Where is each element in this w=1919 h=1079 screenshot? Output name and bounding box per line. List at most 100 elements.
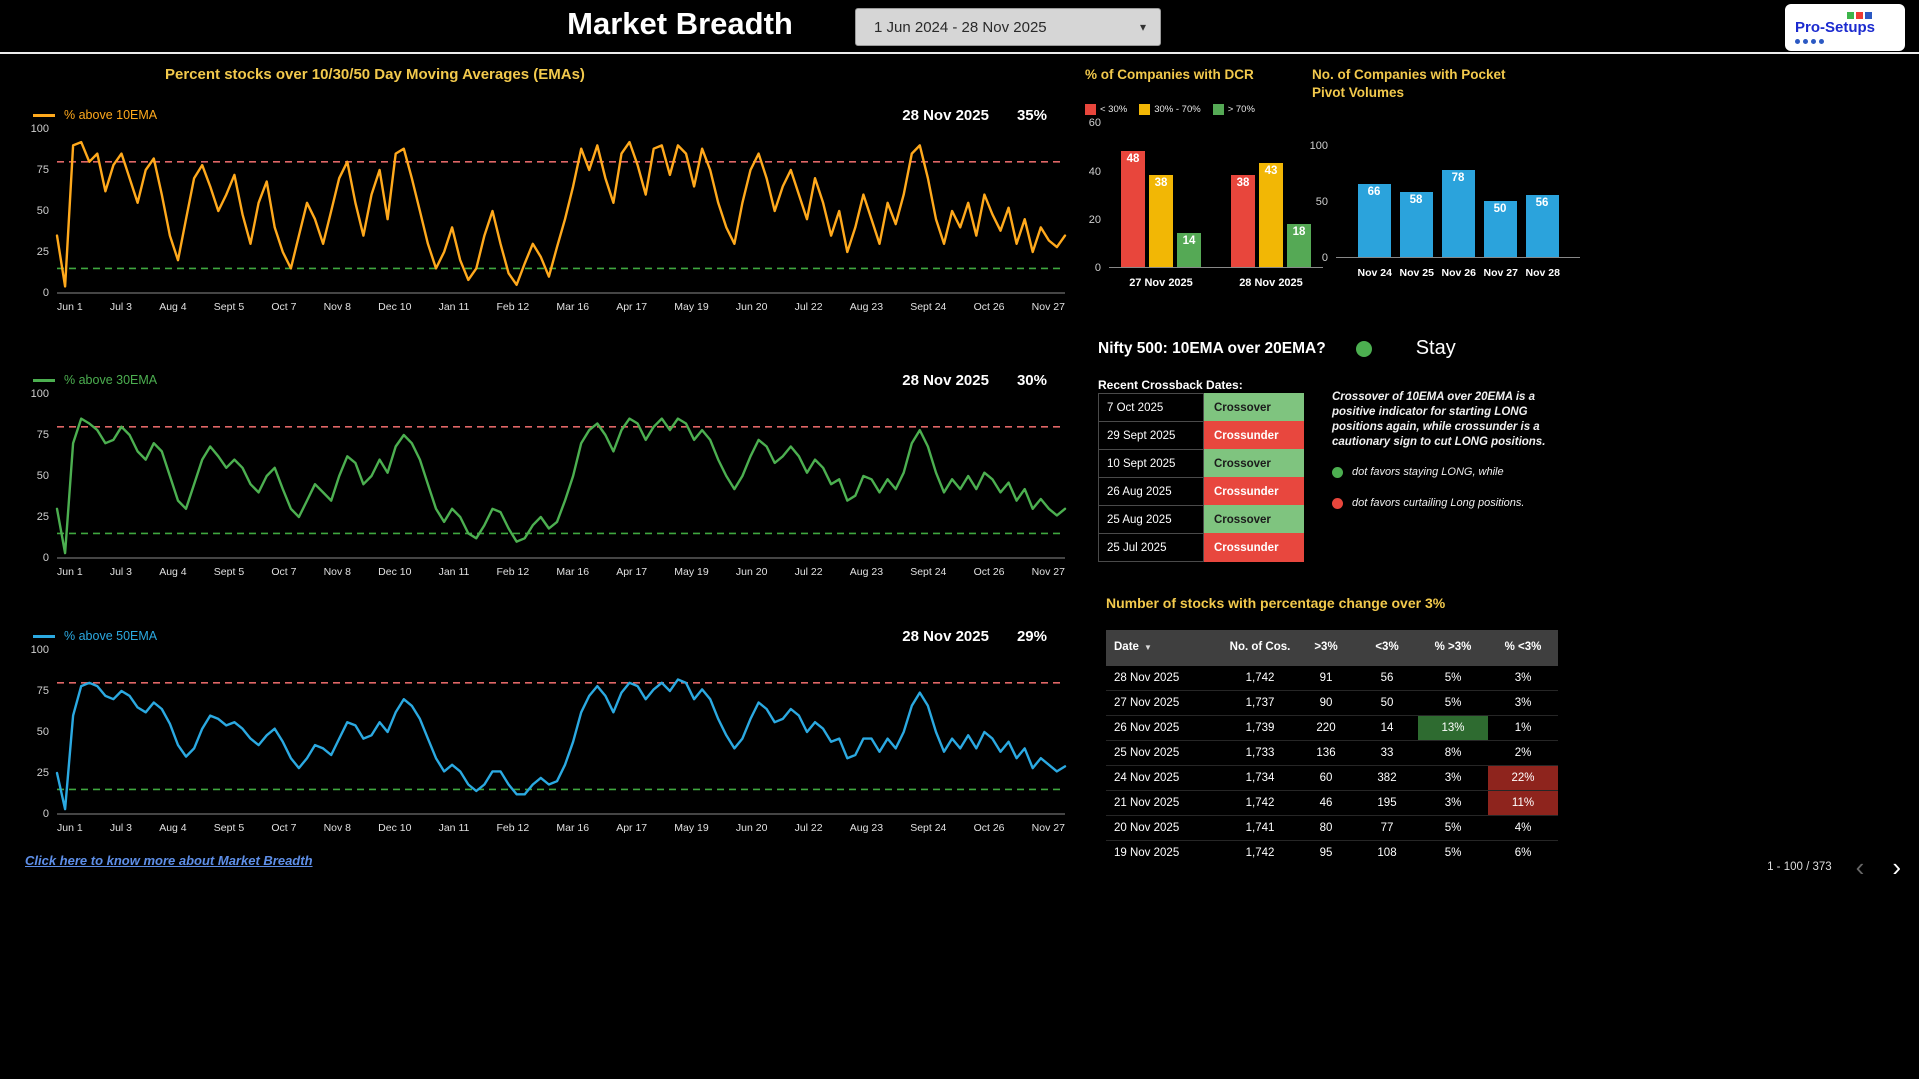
column-header[interactable]: % <3% [1488, 630, 1558, 666]
column-header[interactable]: % >3% [1418, 630, 1488, 666]
table-cell: 11% [1488, 791, 1558, 815]
table-cell: 14 [1380, 722, 1394, 734]
column-header[interactable]: >3% [1296, 630, 1356, 666]
column-header[interactable]: Date ▼ [1106, 630, 1224, 666]
y-tick-label: 0 [42, 287, 49, 299]
bar: 18 [1287, 223, 1311, 268]
table-cell: 20 Nov 2025 [1114, 822, 1180, 834]
last-value: 29% [1016, 627, 1047, 645]
y-tick-label: 100 [30, 123, 49, 135]
x-tick-label: Sept 24 [910, 566, 947, 578]
x-tick-label: Dec 10 [378, 566, 412, 578]
y-tick-label: 0 [1321, 252, 1328, 265]
x-tick-label: Mar 16 [556, 301, 590, 313]
table-cell: 5% [1444, 822, 1462, 834]
legend-line-swatch [33, 378, 55, 382]
date-range-dropdown[interactable]: 1 Jun 2024 - 28 Nov 2025 ▾ [855, 8, 1161, 46]
y-tick-label: 100 [1309, 140, 1328, 153]
table-cell: 3% [1514, 697, 1532, 709]
table-cell: 1,734 [1245, 772, 1275, 784]
x-tick-label: Sept 24 [910, 822, 947, 834]
column-header[interactable]: <3% [1356, 630, 1418, 666]
x-tick-label: Mar 16 [556, 566, 590, 578]
bar-value-label: 78 [1451, 172, 1465, 185]
market-breadth-link[interactable]: Click here to know more about Market Bre… [25, 853, 313, 868]
table-row: 28 Nov 2025 1,742 91 56 5% 3% [1106, 666, 1558, 691]
x-tick-label: Jul 3 [109, 822, 133, 834]
x-tick-label: Jul 22 [794, 566, 823, 578]
crossback-status-cell: Crossover [1204, 393, 1304, 422]
table-cell: 2% [1514, 747, 1532, 759]
table-row: 29 Sept 2025 Crossunder [1098, 421, 1304, 450]
legend-label: % above 30EMA [64, 373, 158, 387]
x-tick-label: Apr 17 [616, 301, 648, 313]
crossback-date-cell: 25 Aug 2025 [1098, 505, 1204, 534]
bar-value-label: 58 [1409, 194, 1423, 207]
x-tick-label: Aug 4 [159, 566, 187, 578]
y-tick-label: 50 [36, 470, 49, 482]
crossback-status-cell: Crossunder [1204, 421, 1304, 450]
next-page-button[interactable]: › [1888, 854, 1905, 880]
x-tick-label: Nov 24 [1357, 267, 1392, 280]
table-row: 25 Nov 2025 1,733 136 33 8% 2% [1106, 741, 1558, 766]
last-value: 30% [1016, 371, 1047, 389]
bar: 43 [1259, 163, 1283, 268]
chart-legend: % above 30EMA 28 Nov 2025 30% [25, 369, 1065, 391]
table-cell: 1,742 [1245, 797, 1275, 809]
table-row: 27 Nov 2025 1,737 90 50 5% 3% [1106, 691, 1558, 716]
logo-text: Pro-Setups [1795, 18, 1876, 36]
table-cell: 80 [1319, 822, 1333, 834]
column-header[interactable]: No. of Cos. [1224, 630, 1296, 666]
column-header-label: % >3% [1434, 641, 1472, 654]
green-bullet-text: dot favors staying LONG, while [1352, 466, 1504, 478]
line-series-svg [55, 417, 1067, 559]
column-header-label: >3% [1314, 641, 1338, 654]
x-tick-label: Nov 8 [323, 822, 351, 834]
x-tick-label: Jun 20 [735, 301, 768, 313]
prev-page-button[interactable]: ‹ [1852, 854, 1869, 880]
bar-value-label: 56 [1535, 196, 1549, 209]
y-axis-labels: 100 75 50 25 0 [25, 123, 57, 299]
pagination-range: 1 - 100 / 373 [1767, 861, 1832, 873]
line-series-svg [55, 140, 1067, 294]
x-tick-label: Jun 20 [735, 822, 768, 834]
x-tick-label: Aug 23 [849, 566, 884, 578]
table-row: 19 Nov 2025 1,742 95 108 5% 6% [1106, 841, 1558, 858]
table-row: 24 Nov 2025 1,734 60 382 3% 22% [1106, 766, 1558, 791]
table-cell: 195 [1377, 797, 1397, 809]
legend-swatch [1212, 104, 1224, 116]
y-tick-label: 25 [36, 511, 49, 523]
x-tick-label: Nov 8 [323, 301, 351, 313]
crossback-date-cell: 29 Sept 2025 [1098, 421, 1204, 450]
legend-label: 30% - 70% [1154, 104, 1201, 116]
y-tick-label: 50 [1315, 196, 1328, 209]
x-tick-label: Nov 27 [1031, 566, 1065, 578]
crossback-date-cell: 26 Aug 2025 [1098, 477, 1204, 506]
y-tick-label: 25 [36, 246, 49, 258]
table-cell: 25 Nov 2025 [1114, 747, 1180, 759]
legend-item: > 70% [1212, 104, 1255, 116]
y-tick-label: 20 [1088, 213, 1101, 226]
x-tick-label: Jan 11 [438, 566, 470, 578]
crossback-status-cell: Crossover [1204, 449, 1304, 478]
bar-value-label: 38 [1154, 177, 1168, 190]
x-tick-label: Nov 27 [1031, 822, 1065, 834]
pro-setups-logo: Pro-Setups [1785, 4, 1905, 51]
x-tick-label: Jul 22 [794, 822, 823, 834]
y-axis-labels: 100 75 50 25 0 [25, 644, 57, 820]
table-cell: 95 [1319, 847, 1333, 858]
table-cell: 90 [1319, 697, 1333, 709]
table-cell: 1,742 [1245, 672, 1275, 684]
x-tick-label: May 19 [674, 301, 709, 313]
x-tick-label: Sept 5 [213, 566, 245, 578]
x-tick-label: Jan 11 [438, 822, 470, 834]
bar: 48 [1121, 151, 1145, 268]
last-date: 28 Nov 2025 [902, 371, 989, 389]
dcr-bars: 48 38 14 38 43 18 [1109, 123, 1323, 269]
table-cell: 22% [1488, 766, 1558, 790]
ema-chart-3: % above 50EMA 28 Nov 2025 29% 100 75 50 25 0 Jun… [25, 625, 1067, 835]
pocket-pivot-title: No. of Companies with Pocket Pivot Volum… [1312, 67, 1506, 101]
y-tick-label: 100 [30, 644, 49, 656]
table-cell: 3% [1444, 772, 1462, 784]
chart-legend: % above 10EMA 28 Nov 2025 35% [25, 104, 1065, 126]
